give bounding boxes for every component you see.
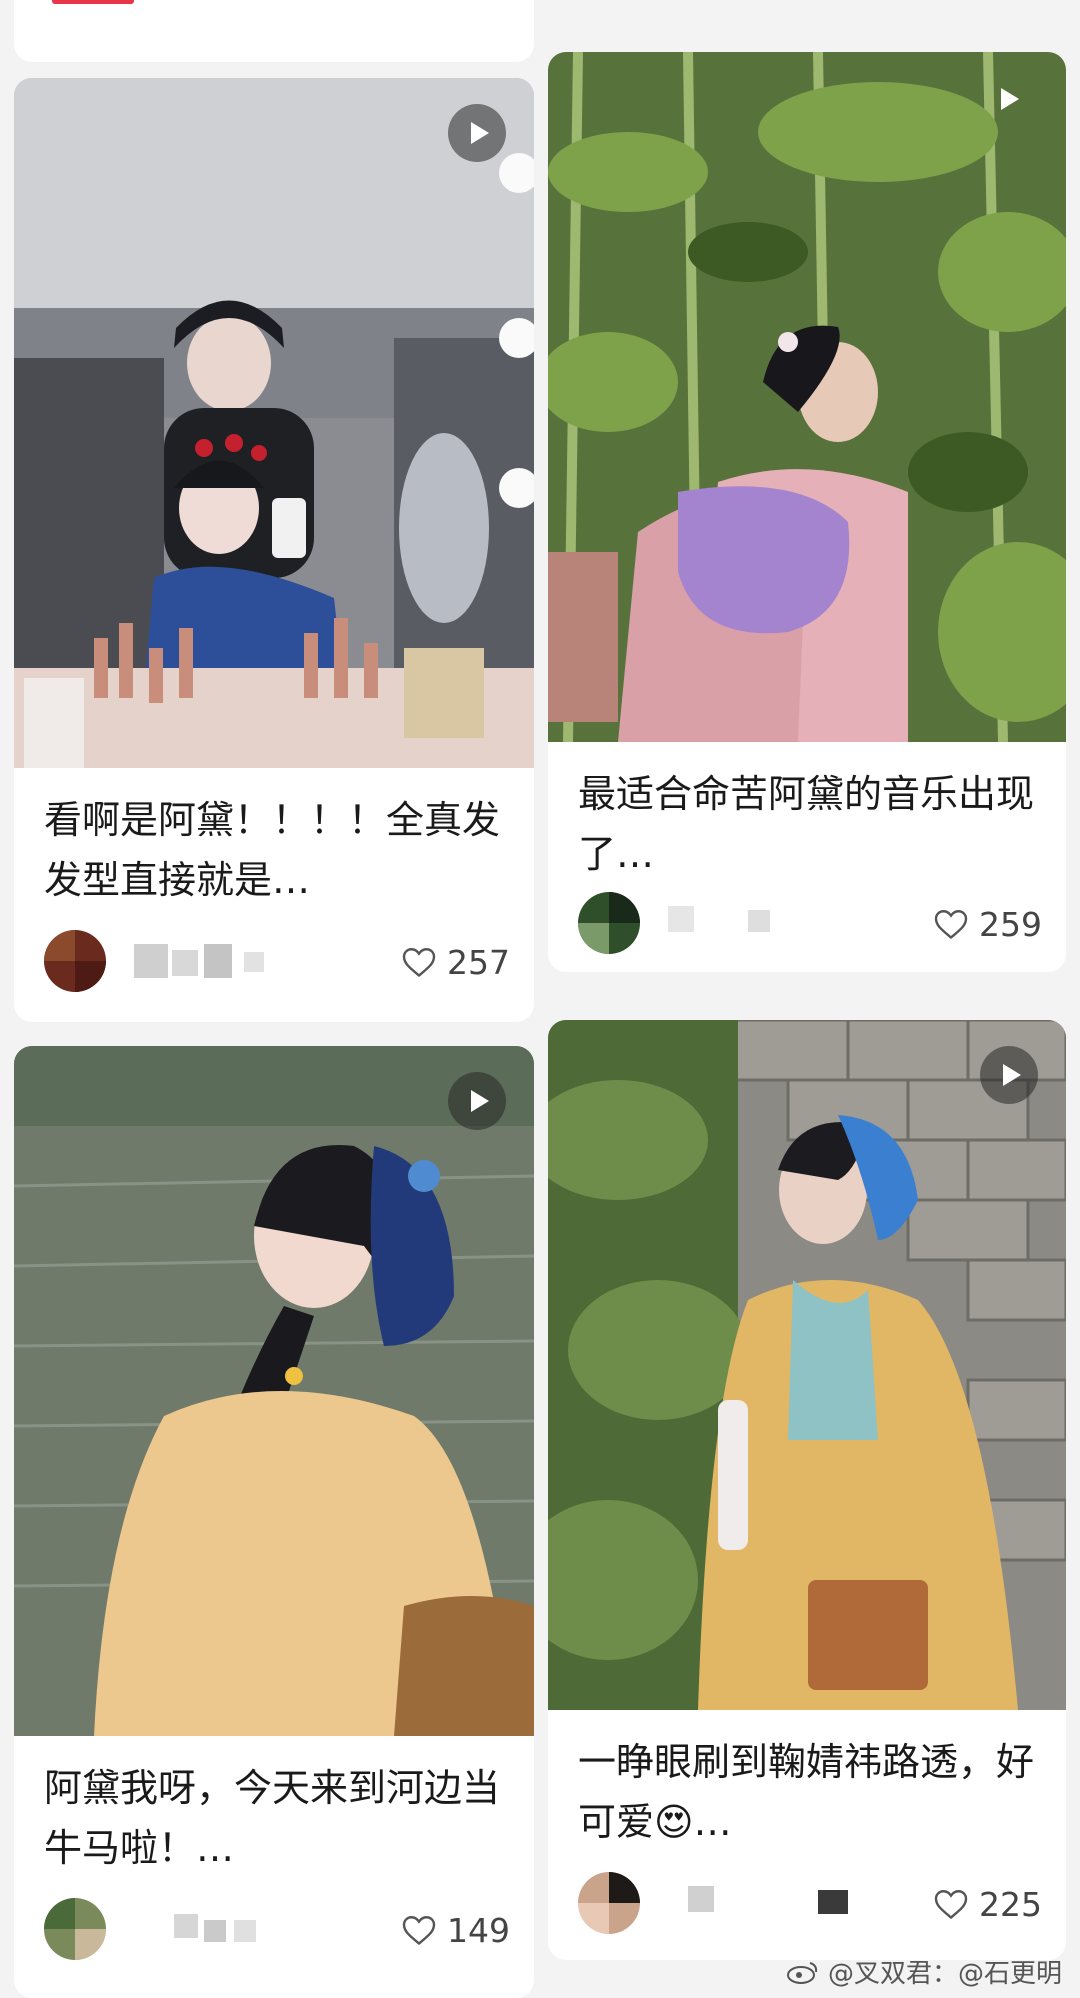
watermark-text: @叉双君：@石更明 — [827, 1959, 1062, 1989]
like-counter[interactable]: 257 — [401, 940, 510, 984]
card-meta: 225 — [578, 1872, 1042, 1936]
video-thumbnail[interactable] — [548, 1020, 1066, 1710]
like-count: 259 — [979, 904, 1042, 944]
username-mosaic[interactable] — [668, 906, 868, 940]
feed-card[interactable]: 一睁眼刷到鞠婧祎路透，好可爱😍… 225 — [548, 1020, 1066, 1960]
username-mosaic[interactable] — [134, 944, 334, 978]
heart-icon — [934, 910, 968, 940]
video-play-icon — [448, 104, 506, 162]
heart-icon — [934, 1890, 968, 1920]
like-count: 225 — [979, 1884, 1042, 1924]
like-counter[interactable]: 259 — [933, 902, 1042, 946]
card-title[interactable]: 阿黛我呀，今天来到河边当牛马啦！… — [44, 1758, 510, 1878]
avatar[interactable] — [44, 930, 106, 992]
feed-card[interactable]: 看啊是阿黛！！！！全真发发型直接就是… 257 — [14, 78, 534, 1022]
like-counter[interactable]: 225 — [933, 1882, 1042, 1926]
accent-tab-indicator — [52, 0, 134, 4]
weibo-watermark: @叉双君：@石更明 — [786, 1953, 1062, 1990]
avatar[interactable] — [44, 1898, 106, 1960]
card-meta: 259 — [578, 892, 1042, 956]
heart-icon — [402, 1916, 436, 1946]
feed-grid: 看啊是阿黛！！！！全真发发型直接就是… 257 最适合命苦阿黛的音乐出现了… 2… — [0, 0, 1080, 1998]
video-play-icon — [980, 1046, 1038, 1104]
card-meta: 149 — [44, 1898, 510, 1962]
card-title[interactable]: 最适合命苦阿黛的音乐出现了… — [578, 764, 1042, 884]
like-counter[interactable]: 149 — [401, 1908, 510, 1952]
video-thumbnail[interactable] — [14, 1046, 534, 1736]
card-title[interactable]: 一睁眼刷到鞠婧祎路透，好可爱😍… — [578, 1732, 1042, 1852]
video-thumbnail[interactable] — [14, 78, 534, 768]
previous-card-stub[interactable] — [14, 0, 534, 62]
feed-card[interactable]: 阿黛我呀，今天来到河边当牛马啦！… 149 — [14, 1046, 534, 1998]
video-play-icon — [448, 1072, 506, 1130]
video-thumbnail[interactable] — [548, 52, 1066, 742]
feed-card[interactable]: 最适合命苦阿黛的音乐出现了… 259 — [548, 52, 1066, 972]
heart-icon — [402, 948, 436, 978]
card-meta: 257 — [44, 930, 510, 994]
like-count: 257 — [447, 942, 510, 982]
video-play-icon — [978, 70, 1036, 128]
card-title[interactable]: 看啊是阿黛！！！！全真发发型直接就是… — [44, 790, 510, 910]
username-mosaic[interactable] — [668, 1886, 868, 1920]
like-count: 149 — [447, 1910, 510, 1950]
avatar[interactable] — [578, 1872, 640, 1934]
weibo-icon — [786, 1961, 818, 1984]
username-mosaic[interactable] — [134, 1912, 334, 1946]
avatar[interactable] — [578, 892, 640, 954]
